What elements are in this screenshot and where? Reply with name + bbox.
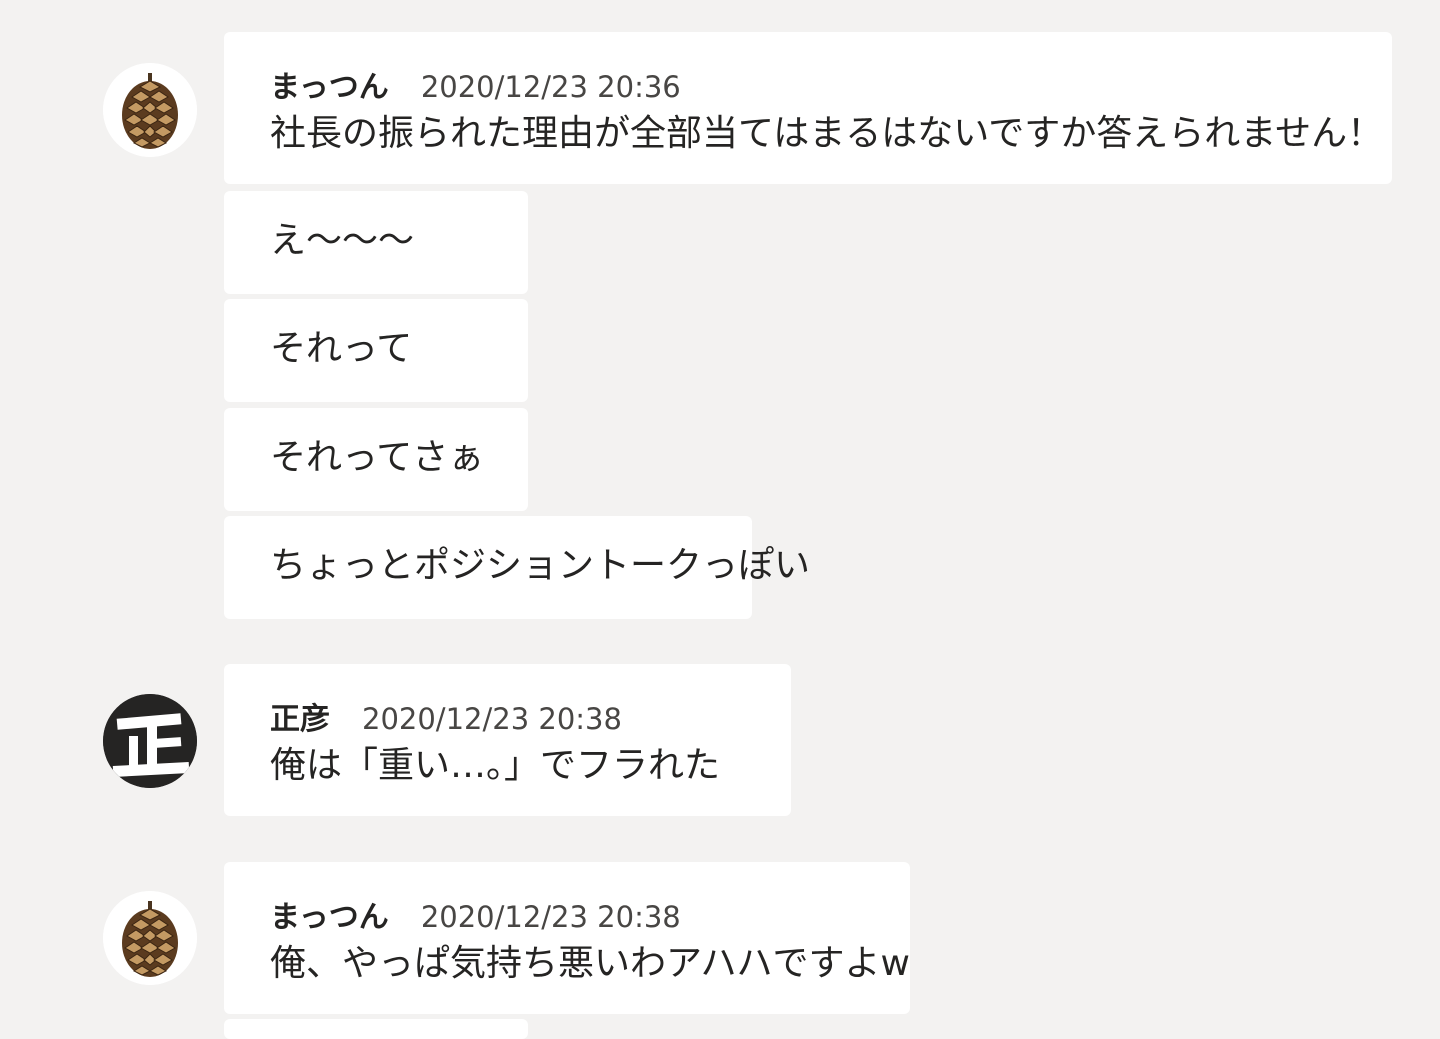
author-name[interactable]: まっつん (270, 892, 389, 936)
message-timestamp: 2020/12/23 20:38 (362, 702, 622, 736)
message-header: まっつん 2020/12/23 20:36 (270, 62, 681, 105)
message-text: 俺、やっぱ気持ち悪いわアハハですよw (270, 943, 911, 984)
avatar[interactable] (103, 891, 197, 985)
message-bubble[interactable]: それって (224, 299, 528, 402)
author-name[interactable]: 正彦 (270, 694, 330, 738)
message-timestamp: 2020/12/23 20:38 (420, 900, 681, 934)
message-bubble[interactable]: それってさぁ (224, 408, 528, 511)
message-header: まっつん 2020/12/23 20:38 (270, 892, 681, 935)
avatar[interactable] (103, 63, 197, 157)
message-text: それって (270, 328, 413, 369)
next-message-bubble-partial[interactable] (224, 1019, 528, 1039)
masahiko-kanji-avatar-icon (103, 694, 197, 788)
message-bubble[interactable]: ちょっとポジショントークっぽい (224, 516, 810, 619)
message-bubble[interactable]: まっつん 2020/12/23 20:36 社長の振られた理由が全部当てはまるは… (224, 32, 1392, 184)
message-text: え〜〜〜 (270, 220, 415, 261)
message-bubble[interactable]: まっつん 2020/12/23 20:38 俺、やっぱ気持ち悪いわアハハですよw (224, 862, 910, 1014)
message-text: 社長の振られた理由が全部当てはまるはないですか答えられません！ (270, 113, 1384, 154)
author-name[interactable]: まっつん (270, 62, 389, 106)
message-bubble[interactable]: 正彦 2020/12/23 20:38 俺は「重い…。」でフラれた (224, 664, 791, 816)
message-text: 俺は「重い…。」でフラれた (270, 745, 721, 786)
message-timestamp: 2020/12/23 20:36 (420, 70, 681, 104)
chat-thread: まっつん 2020/12/23 20:36 社長の振られた理由が全部当てはまるは… (0, 0, 1440, 1039)
avatar[interactable] (103, 694, 197, 788)
message-text: ちょっとポジショントークっぽい (270, 545, 811, 586)
message-text: それってさぁ (270, 437, 485, 478)
message-bubble[interactable]: え〜〜〜 (224, 191, 528, 294)
pinecone-icon (103, 63, 197, 157)
message-header: 正彦 2020/12/23 20:38 (270, 694, 622, 737)
pinecone-icon (103, 891, 197, 985)
